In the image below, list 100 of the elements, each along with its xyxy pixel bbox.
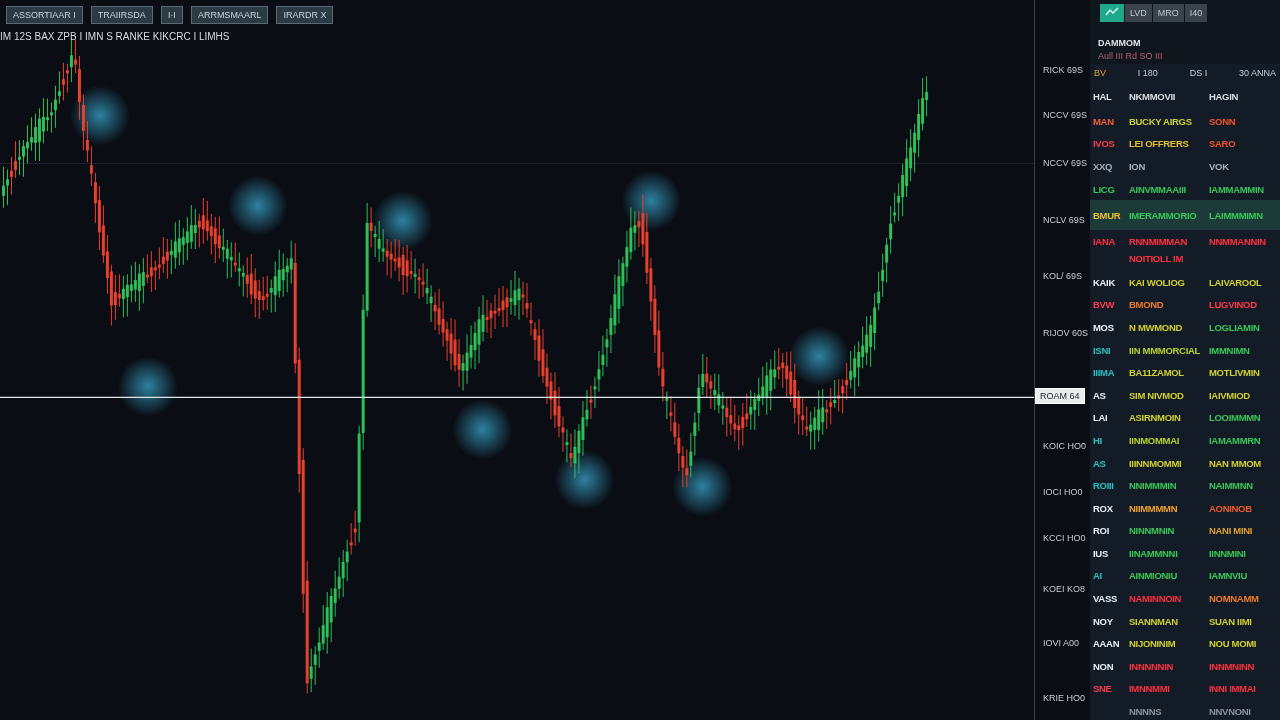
price-label: KOIC HO0 (1043, 441, 1086, 451)
table-cell-text: ASIRNMOIN (1129, 412, 1182, 424)
table-cell-text: ISNI (1093, 344, 1112, 356)
table-cell-text: IINMOMMAI (1129, 434, 1181, 446)
table-cell-text: NNIMMMIN (1129, 480, 1178, 492)
table-cell-text: SIM NIVMOD (1129, 389, 1185, 401)
table-cell-text: INNMNINN (1209, 660, 1256, 672)
column-header: HAL (1093, 90, 1113, 102)
table-cell-text: LAIVAROOL (1209, 276, 1263, 288)
table-cell-text: INNI IMMAI (1209, 683, 1257, 695)
table-cell-text: IIN MMMORCIAL (1129, 344, 1202, 356)
table-cell-text: IAMNVIU (1209, 570, 1248, 582)
price-label: RIJOV 60S (1043, 328, 1089, 338)
price-label: KRIE HO0 (1043, 693, 1085, 703)
table-cell-text: LEI OFFRERS (1129, 138, 1190, 150)
price-label: KCCI HO0 (1043, 533, 1086, 543)
table-cell-text: LAIMMMIMN (1209, 209, 1264, 221)
price-label: NCLV 69S (1043, 215, 1085, 225)
column-header: HAGIN (1209, 90, 1240, 102)
table-cell-text: NAN MMOM (1209, 457, 1262, 469)
table-cell-text: ROI (1093, 525, 1110, 537)
summary-value: I 180 (1137, 68, 1158, 78)
table-cell-text: NOU MOMI (1209, 638, 1258, 650)
table-cell-text: AONINOB (1209, 502, 1253, 514)
table-cell-text: MOTLIVMIN (1209, 367, 1261, 379)
price-label: ROAM 64 (1035, 388, 1085, 404)
table-cell-text: IVOS (1093, 138, 1116, 150)
table-cell-text: BMUR (1093, 209, 1122, 221)
table-cell-text: MAN (1093, 115, 1115, 127)
table-cell-text: IMMNIMN (1209, 344, 1251, 356)
table-cell-text: LAI (1093, 412, 1109, 424)
table-cell-text: SUAN IIMI (1209, 615, 1253, 627)
table-cell-text: AAAN (1093, 638, 1121, 650)
highlighted-row[interactable]: BMUR IMERAMMORIO LAIMMMIMN (1090, 200, 1280, 231)
chart-icon (1105, 7, 1119, 17)
price-label: NCCV 69S (1043, 110, 1087, 120)
table-cell-text: NOITIOLL IM (1129, 252, 1185, 264)
table-cell-text: ROX (1093, 502, 1114, 514)
table-cell-text: BMOND (1129, 299, 1165, 311)
table-cell-text: HI (1093, 434, 1103, 446)
price-label: IOVI A00 (1043, 638, 1080, 648)
table-cell-text: KAI WOLIOG (1129, 276, 1186, 288)
panel-subtitle: Aull III Rd SO III (1098, 51, 1164, 61)
price-label: RICK 69S (1043, 65, 1084, 75)
toolbar-button[interactable]: TRAIIRSDA (90, 6, 153, 24)
table-cell-text: LUGVINOD (1209, 299, 1258, 311)
table-cell-text: VASS (1093, 593, 1118, 605)
table-cell-text: LOOIMMMN (1209, 412, 1262, 424)
table-cell-text: LICG (1093, 183, 1116, 195)
summary-value: DS I (1189, 68, 1208, 78)
table-cell-text: SARO (1209, 138, 1237, 150)
footer-label: NNNNS (1129, 705, 1163, 717)
table-cell-text: ION (1129, 161, 1146, 172)
table-cell-text: NIJONINIM (1129, 638, 1177, 650)
toolbar-button[interactable]: I·I (160, 6, 183, 24)
table-cell-text: IAMMAMMIN (1209, 183, 1265, 195)
table-cell-text: KAIK (1093, 276, 1117, 288)
toolbar-button[interactable]: ASSORTIAAR I (6, 6, 83, 24)
table-cell-text: IINNMINI (1209, 547, 1247, 559)
price-label: KOEI KO8 (1043, 584, 1086, 594)
table-cell-text: NANI MINI (1209, 525, 1254, 537)
table-cell-text: IAMAMMRN (1209, 434, 1262, 446)
table-cell-text: VOK (1209, 161, 1230, 172)
table-cell-text: AS (1093, 389, 1107, 401)
table-cell-text: AI (1093, 570, 1103, 582)
table-cell-text: SONN (1209, 115, 1237, 127)
price-label: IOCI HO0 (1043, 487, 1083, 497)
table-cell-text: IANA (1093, 236, 1117, 248)
table-cell-text: BA11ZAMOL (1129, 367, 1185, 379)
table-cell-text: BUCKY AIRGS (1129, 115, 1193, 127)
table-cell-text: NOY (1093, 615, 1114, 627)
panel-tab[interactable]: LVD (1125, 4, 1152, 22)
table-cell-text: IIINNMOMMI (1129, 457, 1183, 469)
table-cell-text: SNE (1093, 683, 1113, 695)
toolbar-button[interactable]: ARRMSMAARL (190, 6, 269, 24)
price-label: KOL/ 69S (1043, 271, 1083, 281)
panel-title: DAMMOM (1098, 38, 1142, 48)
toolbar-button[interactable]: IRARDR X (276, 6, 334, 24)
footer-label: NNVNONI (1209, 705, 1252, 717)
table-cell-text: NNMMANNIN (1209, 236, 1267, 248)
table-cell-text: IIIMA (1093, 367, 1116, 379)
table-cell-text: NAIMMNN (1209, 480, 1254, 492)
table-cell-text: NON (1093, 660, 1115, 672)
table-cell-text: IMERAMMORIO (1129, 209, 1198, 221)
panel-tab[interactable]: MRO (1152, 4, 1184, 22)
table-cell-text: IAIVMIOD (1209, 389, 1251, 401)
table-cell-text: NINNMNIN (1129, 525, 1176, 537)
table-cell-text: RNNMIMMAN (1129, 236, 1188, 248)
panel-tab[interactable]: I40 (1184, 4, 1208, 22)
table-cell-text: NAMINNOIN (1129, 593, 1183, 605)
table-cell-text: LOGLIAMIN (1209, 321, 1261, 333)
table-cell-text: XXQ (1093, 161, 1114, 172)
table-cell-text: ROIII (1093, 480, 1115, 492)
table-cell-text: NIIMMMMN (1129, 502, 1179, 514)
table-cell-text: MOS (1093, 321, 1115, 333)
table-cell-text: AINMIONIU (1129, 570, 1178, 582)
panel-tab[interactable] (1100, 4, 1124, 22)
table-cell-text: SIANNMAN (1129, 615, 1179, 627)
summary-value: 30 ANNA (1238, 68, 1276, 78)
table-cell-text: AS (1093, 457, 1107, 469)
